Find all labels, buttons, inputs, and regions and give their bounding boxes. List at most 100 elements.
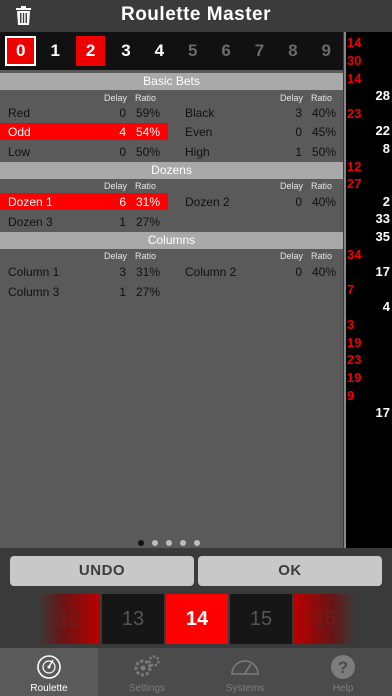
history-item: 14 [347,71,362,86]
dozen-1-delay: 6 [119,195,126,209]
dozen-2-label: Dozen 2 [185,195,230,209]
section-dozens: Dozens [0,162,343,179]
history-item: 17 [375,405,390,420]
dozen-2-ratio: 40% [311,195,336,209]
bet-odd-delay: 4 [119,125,126,139]
tab-settings[interactable]: Settings [98,648,196,696]
bet-odd-ratio: 54% [135,125,160,139]
number-3[interactable]: 3 [109,36,142,66]
number-2[interactable]: 2 [75,36,106,66]
page-dot[interactable] [138,540,144,546]
section-basic-bets: Basic Bets [0,73,343,90]
ratio-header: Ratio [135,181,157,191]
delay-header: Delay [280,181,304,191]
undo-button[interactable]: UNDO [10,556,194,586]
spin-history: 14 30 14 28 23 22 8 12 27 2 33 35 34 17 … [344,32,392,548]
ratio-header: Ratio [135,93,157,103]
delay-header: Delay [104,181,128,191]
number-strip[interactable]: 0 1 2 3 4 5 6 7 8 9 [0,32,343,70]
history-item: 30 [347,53,362,68]
picker-number[interactable]: 13 [102,594,164,644]
tab-label: Settings [128,683,166,694]
section-columns: Columns [0,232,343,249]
column-2-delay: 0 [295,265,302,279]
history-item: 22 [375,123,390,138]
dozen-3-label: Dozen 3 [8,215,53,229]
picker-number[interactable]: 16 [294,594,356,644]
dozen-2-delay: 0 [295,195,302,209]
ratio-header: Ratio [311,93,333,103]
bet-low-delay: 0 [119,145,126,159]
page-dot[interactable] [152,540,158,546]
dozen-1-label: Dozen 1 [8,195,53,209]
number-6[interactable]: 6 [209,36,242,66]
speedometer-icon [231,660,259,675]
roulette-icon [37,655,61,679]
tab-help[interactable]: ? Help [294,648,392,696]
history-item: 27 [347,176,362,191]
page-dot[interactable] [180,540,186,546]
gears-icon [134,655,160,677]
bet-red-ratio: 59% [135,106,160,120]
history-item: 23 [347,106,362,121]
page-dot[interactable] [194,540,200,546]
history-item: 12 [347,159,362,174]
tab-label: Help [332,683,354,694]
page-indicator[interactable] [138,540,200,546]
history-item: 23 [347,352,362,367]
help-icon: ? [331,655,355,679]
history-item: 3 [347,317,355,332]
history-item: 14 [347,35,362,50]
tab-label: Systems [225,683,265,694]
tab-label: Roulette [30,683,68,694]
column-3-ratio: 27% [135,285,160,299]
history-item: 19 [347,335,362,350]
dozen-1-ratio: 31% [135,195,160,209]
app-title: Roulette Master [120,4,272,25]
bet-red-delay: 0 [119,106,126,120]
tab-systems[interactable]: Systems [196,648,294,696]
history-item: 2 [382,194,390,209]
number-8[interactable]: 8 [276,36,309,66]
bet-high-delay: 1 [295,145,302,159]
picker-number[interactable]: 15 [230,594,292,644]
column-2-ratio: 40% [311,265,336,279]
page-dot[interactable] [166,540,172,546]
history-item: 34 [347,247,362,262]
number-4[interactable]: 4 [143,36,176,66]
number-0[interactable]: 0 [5,36,37,66]
number-5[interactable]: 5 [176,36,209,66]
number-1[interactable]: 1 [38,36,71,66]
number-picker[interactable]: 12 13 14 15 16 [0,594,392,644]
bet-high-label: High [185,145,210,159]
column-1-ratio: 31% [135,265,160,279]
bet-odd-label: Odd [8,125,31,139]
history-item: 9 [347,388,355,403]
column-1-delay: 3 [119,265,126,279]
number-7[interactable]: 7 [243,36,276,66]
app-header: Roulette Master [0,0,392,32]
picker-number-selected[interactable]: 14 [166,594,228,644]
history-item: 33 [375,211,390,226]
bet-even-delay: 0 [295,125,302,139]
dozen-3-delay: 1 [119,215,126,229]
bet-low-label: Low [8,145,31,159]
ok-button[interactable]: OK [198,556,382,586]
tab-roulette[interactable]: Roulette [0,648,98,696]
bet-high-ratio: 50% [311,145,336,159]
ratio-header: Ratio [311,251,333,261]
bet-low-ratio: 50% [135,145,160,159]
history-item: 8 [382,141,390,156]
column-1-label: Column 1 [8,265,60,279]
ratio-header: Ratio [311,181,333,191]
delay-header: Delay [104,93,128,103]
svg-text:?: ? [338,658,348,677]
history-item: 28 [375,88,390,103]
number-9[interactable]: 9 [310,36,343,66]
bet-black-ratio: 40% [311,106,336,120]
column-3-label: Column 3 [8,285,60,299]
bet-even-ratio: 45% [311,125,336,139]
picker-number[interactable]: 12 [38,594,100,644]
column-2-label: Column 2 [185,265,237,279]
delay-header: Delay [280,251,304,261]
